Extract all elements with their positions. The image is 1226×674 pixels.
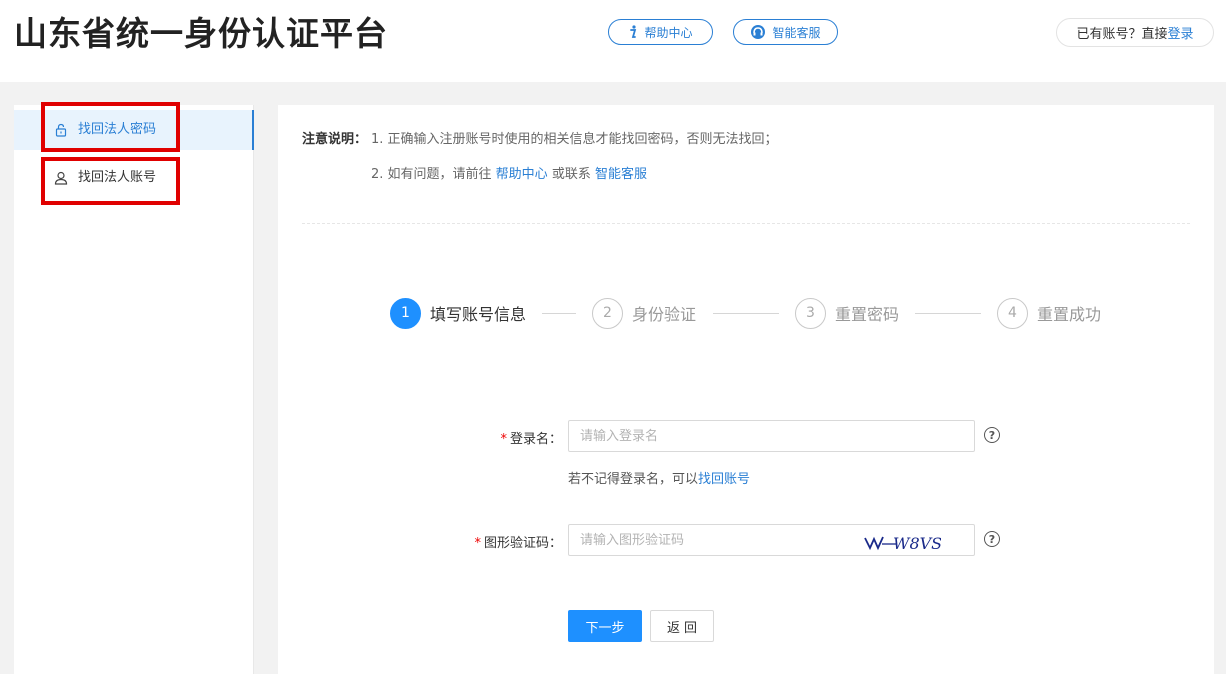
next-step-button[interactable]: 下一步 [568,610,642,642]
smart-service-button[interactable]: 智能客服 [733,19,838,45]
login-prompt: 已有账号？直接 登录 [1056,18,1214,47]
step-label: 重置成功 [1037,305,1102,324]
sidebar-item-recover-password[interactable]: 找回法人密码 [14,110,254,150]
required-mark: * [474,536,481,551]
step-number: 1 [390,297,421,329]
captcha-label-text: 图形验证码： [483,536,562,551]
sidebar-item-recover-account[interactable]: 找回法人账号 [14,158,254,198]
top-header: 山东省统一身份认证平台 帮助中心 智能客服 已有账号？直接 登录 [0,0,1226,82]
sidebar-item-label: 找回法人密码 [78,122,157,137]
notice-text-1: 1. 正确输入注册账号时使用的相关信息才能找回密码，否则无法找回； [371,132,778,147]
help-center-label: 帮助中心 [644,25,693,40]
notice-smart-service-link[interactable]: 智能客服 [595,167,647,182]
captcha-image[interactable]: W8VS [863,529,942,555]
sidebar: 找回法人密码 找回法人账号 [14,105,254,674]
login-name-input[interactable] [568,420,975,452]
step-label: 身份验证 [632,305,697,324]
help-question-icon[interactable]: ? [984,531,1000,547]
notice-text-2-prefix: 2. 如有问题，请前往 [371,167,496,182]
step-number: 2 [592,297,623,329]
step-number: 4 [997,297,1028,329]
required-mark: * [500,432,507,447]
login-link[interactable]: 登录 [1168,23,1194,42]
help-question-icon[interactable]: ? [984,427,1000,443]
notice-text-2-mid: 或联系 [547,167,595,182]
notice-label: 注意说明： [302,132,368,147]
captcha-text: W8VS [893,534,941,553]
main-panel: 注意说明： 1. 正确输入注册账号时使用的相关信息才能找回密码，否则无法找回； … [278,105,1214,674]
notice-help-center-link[interactable]: 帮助中心 [496,167,548,182]
login-prompt-text: 已有账号？直接 [1076,27,1168,42]
step-label: 重置密码 [835,305,900,324]
back-button[interactable]: 返回 [650,610,714,642]
step-reset-success: 4 重置成功 [997,297,1101,329]
progress-steps: 1 填写账号信息 2 身份验证 3 重置密码 4 重置成功 [358,270,1120,358]
step-number: 3 [795,297,826,329]
recover-account-link[interactable]: 找回账号 [698,472,750,487]
site-title: 山东省统一身份认证平台 [14,14,388,53]
captcha-label: * 图形验证码： [474,532,562,551]
login-name-label-text: 登录名： [509,432,562,447]
step-identity-verification: 2 身份验证 [592,297,696,329]
lock-icon [54,123,68,137]
dashed-divider [302,223,1190,224]
step-label: 填写账号信息 [430,305,527,324]
forgot-login-hint-text: 若不记得登录名，可以 [568,472,699,487]
info-icon [628,25,638,39]
headset-icon [750,24,766,40]
login-name-label: * 登录名： [500,428,562,447]
forgot-login-hint: 若不记得登录名，可以找回账号 [568,468,750,487]
help-center-button[interactable]: 帮助中心 [608,19,713,45]
step-connector [542,313,576,314]
step-connector [915,313,981,314]
user-icon [54,171,68,185]
step-reset-password: 3 重置密码 [795,297,899,329]
step-fill-account-info: 1 填写账号信息 [390,297,526,329]
step-connector [713,313,779,314]
sidebar-item-label: 找回法人账号 [78,170,157,185]
notice-text-2: 2. 如有问题，请前往 帮助中心 或联系 智能客服 [371,166,647,184]
smart-service-label: 智能客服 [772,25,821,40]
